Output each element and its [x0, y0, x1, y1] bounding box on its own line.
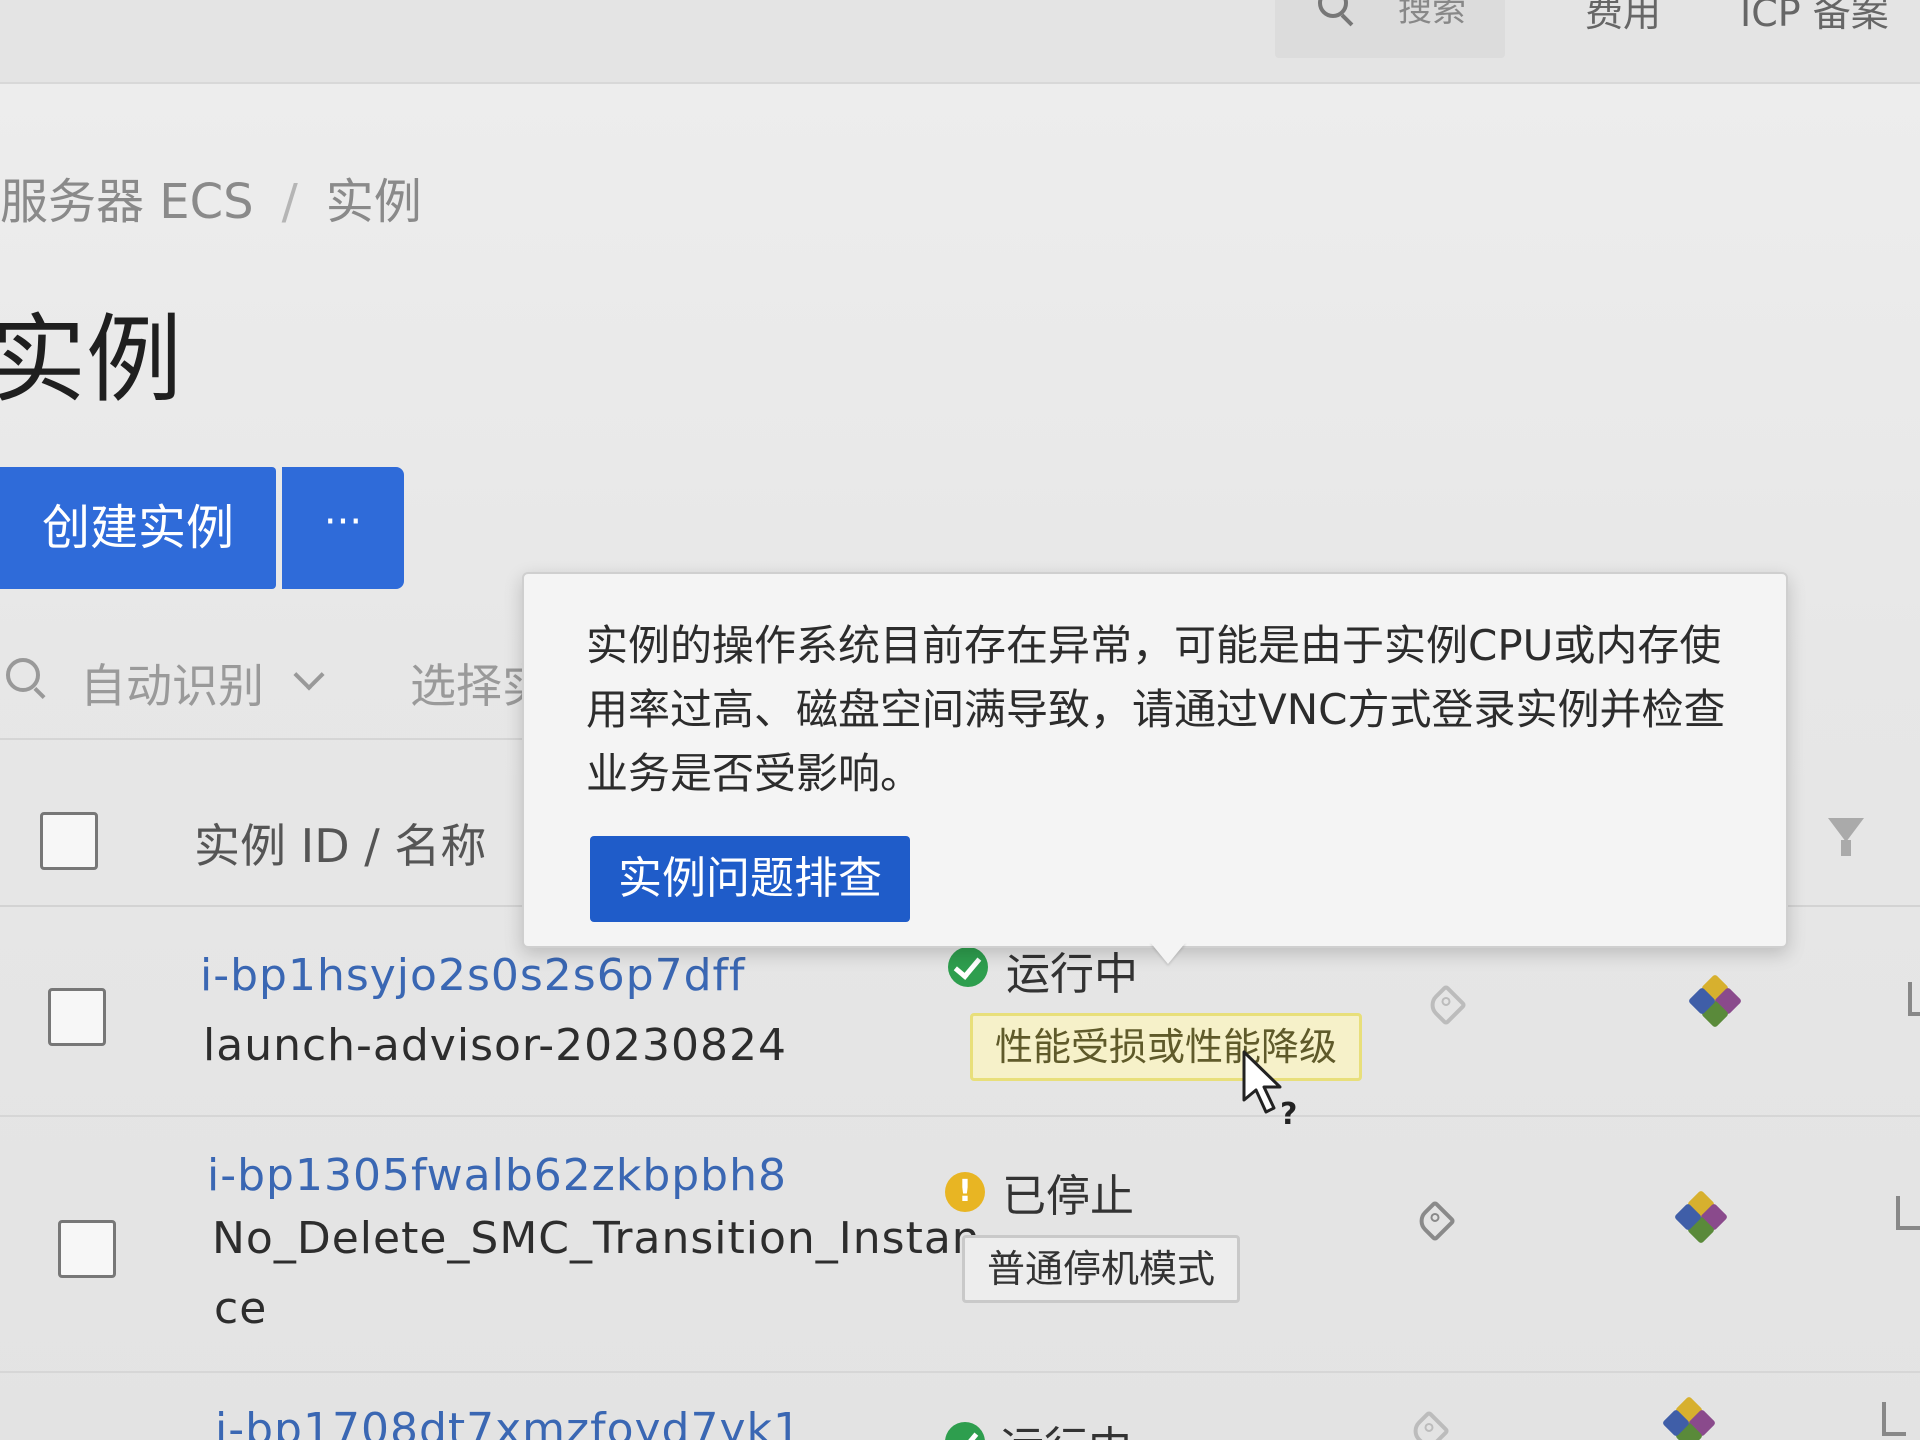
- filter-icon[interactable]: [1828, 818, 1864, 856]
- breadcrumb-separator: /: [281, 174, 298, 230]
- filter-bar: 自动识别 选择实: [0, 620, 560, 740]
- row-checkbox[interactable]: [58, 1220, 116, 1278]
- top-nav-icp[interactable]: ICP 备案: [1740, 0, 1889, 37]
- breadcrumb-item-instances[interactable]: 实例: [326, 174, 422, 230]
- breadcrumb-item-ecs[interactable]: 服务器 ECS: [0, 174, 254, 230]
- ecs-instance-page: 搜索 费用 ICP 备案 服务器 ECS / 实例 实例 创建实例 ··· 自动识别…: [0, 0, 1920, 1440]
- os-icon: [1661, 1395, 1717, 1440]
- row-checkbox[interactable]: [48, 988, 106, 1046]
- breadcrumb: 服务器 ECS / 实例: [0, 162, 422, 232]
- stopped-status-icon: [945, 1172, 985, 1212]
- instance-name: launch-advisor-20230824: [203, 1020, 788, 1071]
- instance-name-continued: ce: [214, 1283, 268, 1334]
- popover-arrow: [1150, 942, 1186, 964]
- running-status-icon: [948, 947, 988, 987]
- svg-text:?: ?: [1280, 1097, 1297, 1128]
- top-search-label[interactable]: 搜索: [1398, 0, 1466, 31]
- select-all-checkbox[interactable]: [40, 812, 98, 870]
- stop-mode-tag: 普通停机模式: [962, 1235, 1241, 1303]
- page-title: 实例: [0, 304, 182, 416]
- monitor-icon[interactable]: [1882, 1402, 1906, 1436]
- health-status-tag[interactable]: 性能受损或性能降级: [970, 1013, 1363, 1081]
- os-icon: [1687, 973, 1743, 1029]
- instance-name: No_Delete_SMC_Transition_Instan: [212, 1213, 981, 1264]
- chevron-down-icon[interactable]: [293, 659, 325, 691]
- monitor-icon[interactable]: [1908, 982, 1920, 1016]
- monitor-icon[interactable]: [1896, 1196, 1920, 1230]
- instance-id-link[interactable]: i-bp1708dt7xmzfoyd7yk1: [215, 1404, 802, 1440]
- popover-message: 实例的操作系统目前存在异常，可能是由于实例CPU或内存使用率过高、磁盘空间满导致…: [586, 621, 1726, 798]
- filter-mode-dropdown[interactable]: 自动识别: [80, 650, 264, 716]
- instance-id-link[interactable]: i-bp1hsyjo2s0s2s6p7dff: [200, 950, 746, 1001]
- instance-id-link[interactable]: i-bp1305fwalb62zkbpbh8: [207, 1150, 787, 1201]
- cursor-icon: ?: [1242, 1050, 1297, 1128]
- status-text: 运行中: [1000, 1412, 1132, 1440]
- status-text: 已停止: [1002, 1171, 1134, 1222]
- create-instance-button[interactable]: 创建实例: [0, 467, 276, 589]
- troubleshoot-button[interactable]: 实例问题排查: [590, 836, 910, 922]
- health-popover: 实例的操作系统目前存在异常，可能是由于实例CPU或内存使用率过高、磁盘空间满导致…: [522, 572, 1788, 948]
- os-icon: [1673, 1189, 1729, 1245]
- more-actions-button[interactable]: ···: [282, 467, 404, 589]
- search-icon: [6, 658, 40, 692]
- top-search-box[interactable]: [1275, 0, 1505, 58]
- top-nav-billing[interactable]: 费用: [1585, 0, 1661, 37]
- filter-select-input[interactable]: 选择实: [410, 650, 528, 716]
- top-bar: 搜索 费用 ICP 备案: [0, 0, 1920, 84]
- column-header-id-name: 实例 ID / 名称: [194, 819, 487, 873]
